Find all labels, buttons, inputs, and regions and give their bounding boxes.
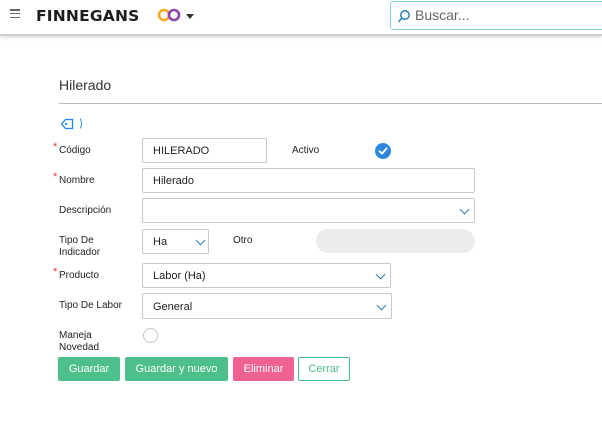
search-box xyxy=(390,1,602,30)
tipo-indicador-label-line1: Tipo De xyxy=(59,235,94,246)
codigo-label: Código xyxy=(59,145,91,156)
activo-label: Activo xyxy=(292,145,320,156)
tipo-indicador-label-line2: Indicador xyxy=(59,247,101,258)
otro-field xyxy=(316,229,475,253)
otro-label: Otro xyxy=(233,235,253,246)
page-title: Hilerado xyxy=(59,77,112,93)
title-divider xyxy=(59,103,602,104)
check-icon xyxy=(378,147,388,155)
tipo-indicador-value: Ha xyxy=(153,236,168,248)
menu-icon[interactable] xyxy=(10,9,20,18)
maneja-novedad-label-line1: Maneja xyxy=(59,330,92,341)
maneja-novedad-label-line2: Novedad xyxy=(59,342,100,353)
tipo-labor-select[interactable]: General xyxy=(142,293,392,319)
chevron-down-icon[interactable] xyxy=(186,14,194,19)
brand-name: FINNEGANS xyxy=(36,7,140,25)
cerrar-button[interactable]: Cerrar xyxy=(298,357,350,381)
nombre-value: Hilerado xyxy=(153,175,194,187)
tipo-indicador-select[interactable]: Ha xyxy=(142,229,209,254)
eliminar-button[interactable]: Eliminar xyxy=(233,357,294,381)
descripcion-select[interactable] xyxy=(142,198,475,223)
brand-logo-icon xyxy=(157,8,181,22)
tag-icon[interactable] xyxy=(60,118,74,130)
producto-select[interactable]: Labor (Ha) xyxy=(142,263,391,288)
tipo-labor-label: Tipo De Labor xyxy=(59,300,122,311)
chevron-down-icon xyxy=(375,269,386,280)
required-marker: * xyxy=(53,141,58,153)
guardar-y-nuevo-button[interactable]: Guardar y nuevo xyxy=(125,357,228,381)
maneja-novedad-label: Maneja Novedad xyxy=(59,330,99,354)
producto-label: Producto xyxy=(59,270,100,281)
nombre-label: Nombre xyxy=(59,175,95,186)
required-marker: * xyxy=(53,266,58,278)
chevron-down-icon xyxy=(195,235,206,246)
guardar-button[interactable]: Guardar xyxy=(58,357,120,381)
search-input[interactable] xyxy=(415,5,595,25)
chevron-right-icon[interactable]: ⟩ xyxy=(79,117,83,130)
producto-value: Labor (Ha) xyxy=(153,270,206,282)
maneja-novedad-toggle[interactable] xyxy=(143,328,158,343)
top-bar: FINNEGANS xyxy=(0,0,602,36)
activo-checkbox[interactable] xyxy=(375,143,391,159)
tipo-indicador-label: Tipo De Indicador xyxy=(59,235,100,259)
descripcion-label: Descripción xyxy=(59,205,112,216)
chevron-down-icon xyxy=(459,204,470,215)
tipo-labor-value: General xyxy=(153,301,193,313)
nombre-field[interactable]: Hilerado xyxy=(142,168,475,193)
required-marker: * xyxy=(53,171,58,183)
codigo-value: HILERADO xyxy=(153,145,210,157)
chevron-down-icon xyxy=(376,300,387,311)
codigo-field[interactable]: HILERADO xyxy=(142,138,267,163)
search-icon xyxy=(397,10,410,23)
